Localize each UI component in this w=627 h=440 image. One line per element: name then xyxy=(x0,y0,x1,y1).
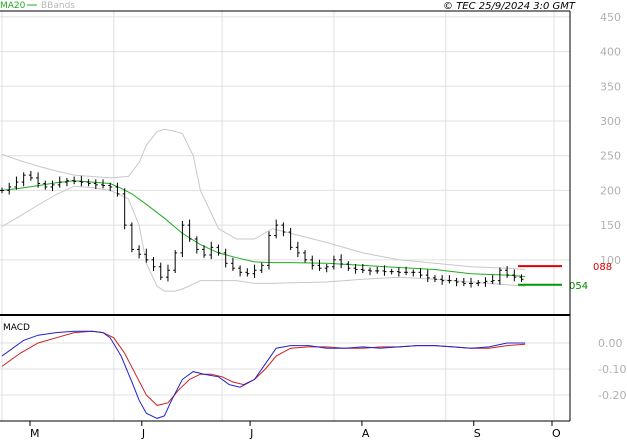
price-y-tick-label: 400 xyxy=(600,46,621,59)
x-tick-label: S xyxy=(474,427,481,440)
price-y-tick-label: 300 xyxy=(600,115,621,128)
macd-y-axis: 0.00 -0.10 -0.20 xyxy=(598,337,626,402)
price-y-tick-label: 150 xyxy=(600,219,621,232)
macd-y-tick-label: 0.00 xyxy=(598,337,623,350)
price-y-tick-label: 200 xyxy=(600,184,621,197)
macd-label: MACD xyxy=(3,323,30,333)
x-tick-label: M xyxy=(30,427,40,440)
legend-bbands: BBands xyxy=(41,1,75,11)
resistance-label: 088 xyxy=(593,262,612,273)
price-y-tick-label: 250 xyxy=(600,150,621,163)
x-axis: MJJASO xyxy=(29,421,561,440)
legend-ma20: MA20 xyxy=(0,1,26,11)
x-tick-label: O xyxy=(552,427,561,440)
macd-y-tick-label: -0.10 xyxy=(598,363,626,376)
price-y-tick-label: 350 xyxy=(600,80,621,93)
x-tick-label: A xyxy=(362,427,370,440)
price-y-tick-label: 450 xyxy=(600,11,621,24)
support-label: 054 xyxy=(569,281,588,292)
chart-canvas: 450400350300250200150100 088054 MA20 BBa… xyxy=(0,1,626,440)
x-tick-label: J xyxy=(249,427,253,440)
price-panel xyxy=(0,11,570,315)
price-y-axis: 450400350300250200150100 xyxy=(600,11,621,267)
copyright-text: © TEC 25/9/2024 3:0 GMT xyxy=(443,1,576,12)
macd-y-tick-label: -0.20 xyxy=(598,389,626,402)
x-tick-label: J xyxy=(141,427,145,440)
